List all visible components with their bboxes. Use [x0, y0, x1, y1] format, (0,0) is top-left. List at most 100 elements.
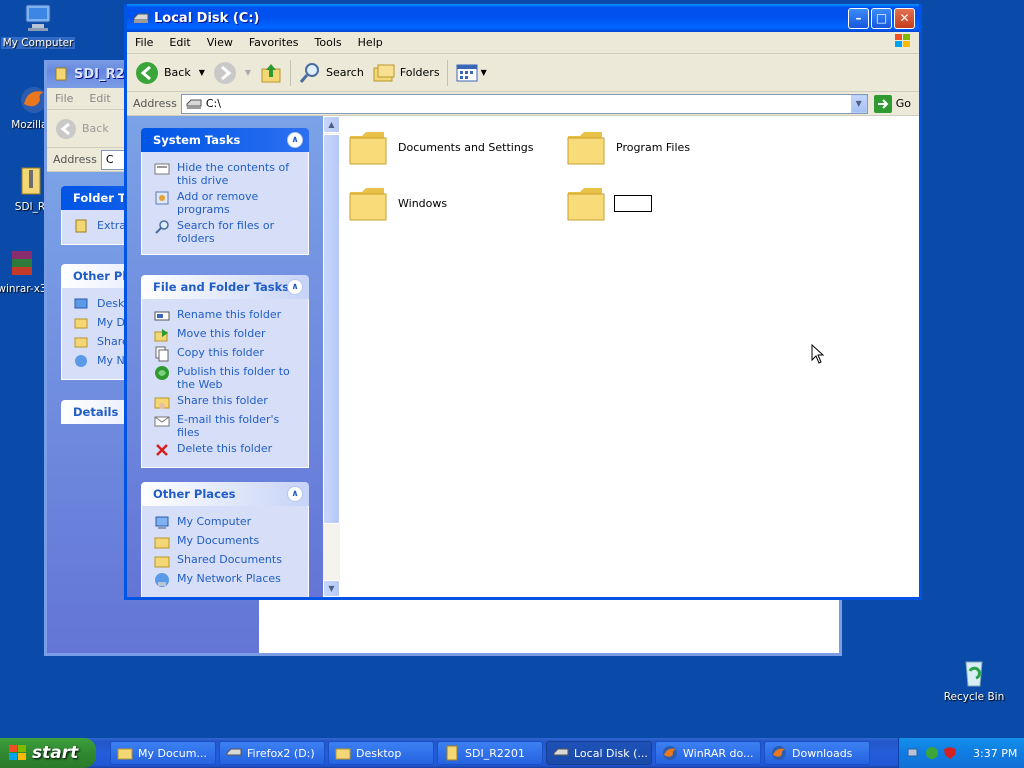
start-button[interactable]: start: [0, 738, 96, 768]
windows-logo-icon: [9, 745, 26, 760]
zip-folder-icon: [446, 745, 458, 761]
taskbar-button-my-documents[interactable]: My Docum...: [110, 741, 216, 765]
taskbar: start My Docum... Firefox2 (D:) Desktop …: [0, 738, 1024, 768]
folder-icon: [567, 132, 605, 165]
task-rename-folder[interactable]: Rename this folder: [154, 308, 300, 324]
folder-item[interactable]: Windows: [348, 184, 447, 222]
task-search-files[interactable]: Search for files or folders: [154, 219, 300, 245]
taskbar-button-sdi[interactable]: SDI_R2201: [437, 741, 543, 765]
back-button[interactable]: Back: [51, 114, 113, 144]
scroll-up-button[interactable]: ▲: [323, 116, 340, 133]
network-icon: [74, 354, 90, 370]
maximize-button[interactable]: □: [871, 7, 892, 29]
menu-favorites[interactable]: Favorites: [241, 36, 307, 49]
back-arrow-icon: [56, 118, 76, 139]
task-email-files[interactable]: E-mail this folder's files: [154, 413, 300, 439]
place-my-network-places[interactable]: My Network Places: [154, 572, 300, 588]
scroll-thumb[interactable]: [323, 134, 340, 524]
task-delete-folder[interactable]: Delete this folder: [154, 442, 300, 458]
menu-edit[interactable]: Edit: [81, 92, 118, 105]
up-folder-icon: [261, 63, 281, 82]
taskbar-button-firefox2[interactable]: Firefox2 (D:): [219, 741, 325, 765]
file-folder-tasks-header[interactable]: File and Folder Tasks ∧: [141, 275, 309, 299]
minimize-button[interactable]: –: [848, 7, 869, 29]
publish-web-icon: [154, 365, 170, 381]
drive-icon: [553, 748, 569, 756]
firefox-icon: [663, 746, 677, 760]
security-tray-icon[interactable]: [925, 746, 939, 760]
go-button[interactable]: Go: [868, 94, 917, 113]
shield-alert-icon[interactable]: [943, 746, 957, 760]
desktop-icon-label: My Computer: [0, 37, 76, 49]
menu-file[interactable]: File: [127, 36, 161, 49]
taskbar-button-downloads[interactable]: Downloads: [764, 741, 870, 765]
desktop-icon: [74, 297, 90, 313]
task-share-folder[interactable]: Share this folder: [154, 394, 300, 410]
back-arrow-icon: [136, 61, 158, 84]
desktop-icon-my-computer[interactable]: My Computer: [0, 2, 76, 52]
back-button[interactable]: Back ▼: [131, 58, 209, 88]
folder-icon: [74, 335, 90, 351]
task-move-folder[interactable]: Move this folder: [154, 327, 300, 343]
task-pane: System Tasks ∧ Hide the contents of this…: [127, 116, 323, 597]
address-bar: Address C:\ ▼ Go: [127, 92, 919, 116]
collapse-chevron-icon[interactable]: ∧: [287, 132, 303, 148]
folder-icon: [74, 316, 90, 332]
hide-contents-icon: [154, 161, 170, 177]
menu-file[interactable]: File: [47, 92, 81, 105]
task-hide-drive-contents[interactable]: Hide the contents of this drive: [154, 161, 300, 187]
close-button[interactable]: ✕: [894, 7, 915, 29]
desktop-icon-label: winrar-x3: [0, 283, 47, 295]
taskbar-button-local-disk[interactable]: Local Disk (...: [546, 741, 652, 765]
taskbar-button-desktop[interactable]: Desktop: [328, 741, 434, 765]
winrar-icon: [6, 248, 38, 280]
folder-icon: [154, 534, 170, 550]
network-icon: [154, 572, 170, 588]
folder-icon: [349, 188, 387, 221]
taskbar-button-winrar[interactable]: WinRAR do...: [655, 741, 761, 765]
scroll-down-button[interactable]: ▼: [323, 580, 340, 597]
desktop-icon-label: SDI_R: [14, 201, 46, 213]
folder-item[interactable]: Documents and Settings: [348, 128, 534, 166]
toolbar: Back ▼ ▼ Search Folders ▼: [127, 54, 919, 92]
search-button[interactable]: Search: [294, 58, 368, 88]
chevron-down-icon[interactable]: ▼: [199, 68, 205, 77]
drive-icon: [133, 10, 149, 26]
collapse-chevron-icon[interactable]: ∧: [287, 486, 303, 502]
window-titlebar[interactable]: Local Disk (C:) – □ ✕: [127, 4, 919, 32]
desktop-icon-recycle-bin[interactable]: Recycle Bin: [936, 656, 1012, 703]
menu-view[interactable]: View: [199, 36, 241, 49]
place-my-documents[interactable]: My Documents: [154, 534, 300, 550]
menu-help[interactable]: Help: [350, 36, 391, 49]
menubar: File Edit View Favorites Tools Help: [127, 32, 919, 54]
views-button[interactable]: ▼: [451, 58, 491, 88]
task-copy-folder[interactable]: Copy this folder: [154, 346, 300, 362]
address-field[interactable]: C:\ ▼: [180, 93, 868, 114]
forward-arrow-icon: [213, 61, 236, 84]
chevron-down-icon[interactable]: ▼: [481, 68, 487, 77]
folder-item[interactable]: Program Files: [566, 128, 690, 166]
task-add-remove-programs[interactable]: Add or remove programs: [154, 190, 300, 216]
menu-edit[interactable]: Edit: [161, 36, 198, 49]
programs-icon: [154, 190, 170, 206]
place-shared-documents[interactable]: Shared Documents: [154, 553, 300, 569]
system-tasks-header[interactable]: System Tasks ∧: [141, 128, 309, 152]
local-disk-window[interactable]: Local Disk (C:) – □ ✕ File Edit View Fav…: [124, 4, 922, 600]
other-places-header[interactable]: Other Places ∧: [141, 482, 309, 506]
go-arrow-icon: [873, 94, 892, 113]
folders-button[interactable]: Folders: [368, 58, 444, 88]
menu-tools[interactable]: Tools: [307, 36, 350, 49]
place-my-computer[interactable]: My Computer: [154, 515, 300, 531]
up-folder-button[interactable]: [255, 58, 287, 88]
task-publish-folder[interactable]: Publish this folder to the Web: [154, 365, 300, 391]
clock[interactable]: 3:37 PM: [973, 747, 1017, 760]
address-dropdown-button[interactable]: ▼: [850, 94, 867, 113]
network-tray-icon[interactable]: [907, 746, 921, 760]
recycle-bin-icon: [958, 656, 990, 688]
chevron-down-icon[interactable]: ▼: [245, 68, 251, 77]
folder-name-input[interactable]: [614, 194, 652, 212]
task-pane-scrollbar[interactable]: ▲ ▼: [323, 116, 340, 597]
forward-button[interactable]: ▼: [209, 58, 255, 88]
collapse-chevron-icon[interactable]: ∧: [287, 279, 303, 295]
folder-item-renaming[interactable]: [566, 184, 652, 222]
